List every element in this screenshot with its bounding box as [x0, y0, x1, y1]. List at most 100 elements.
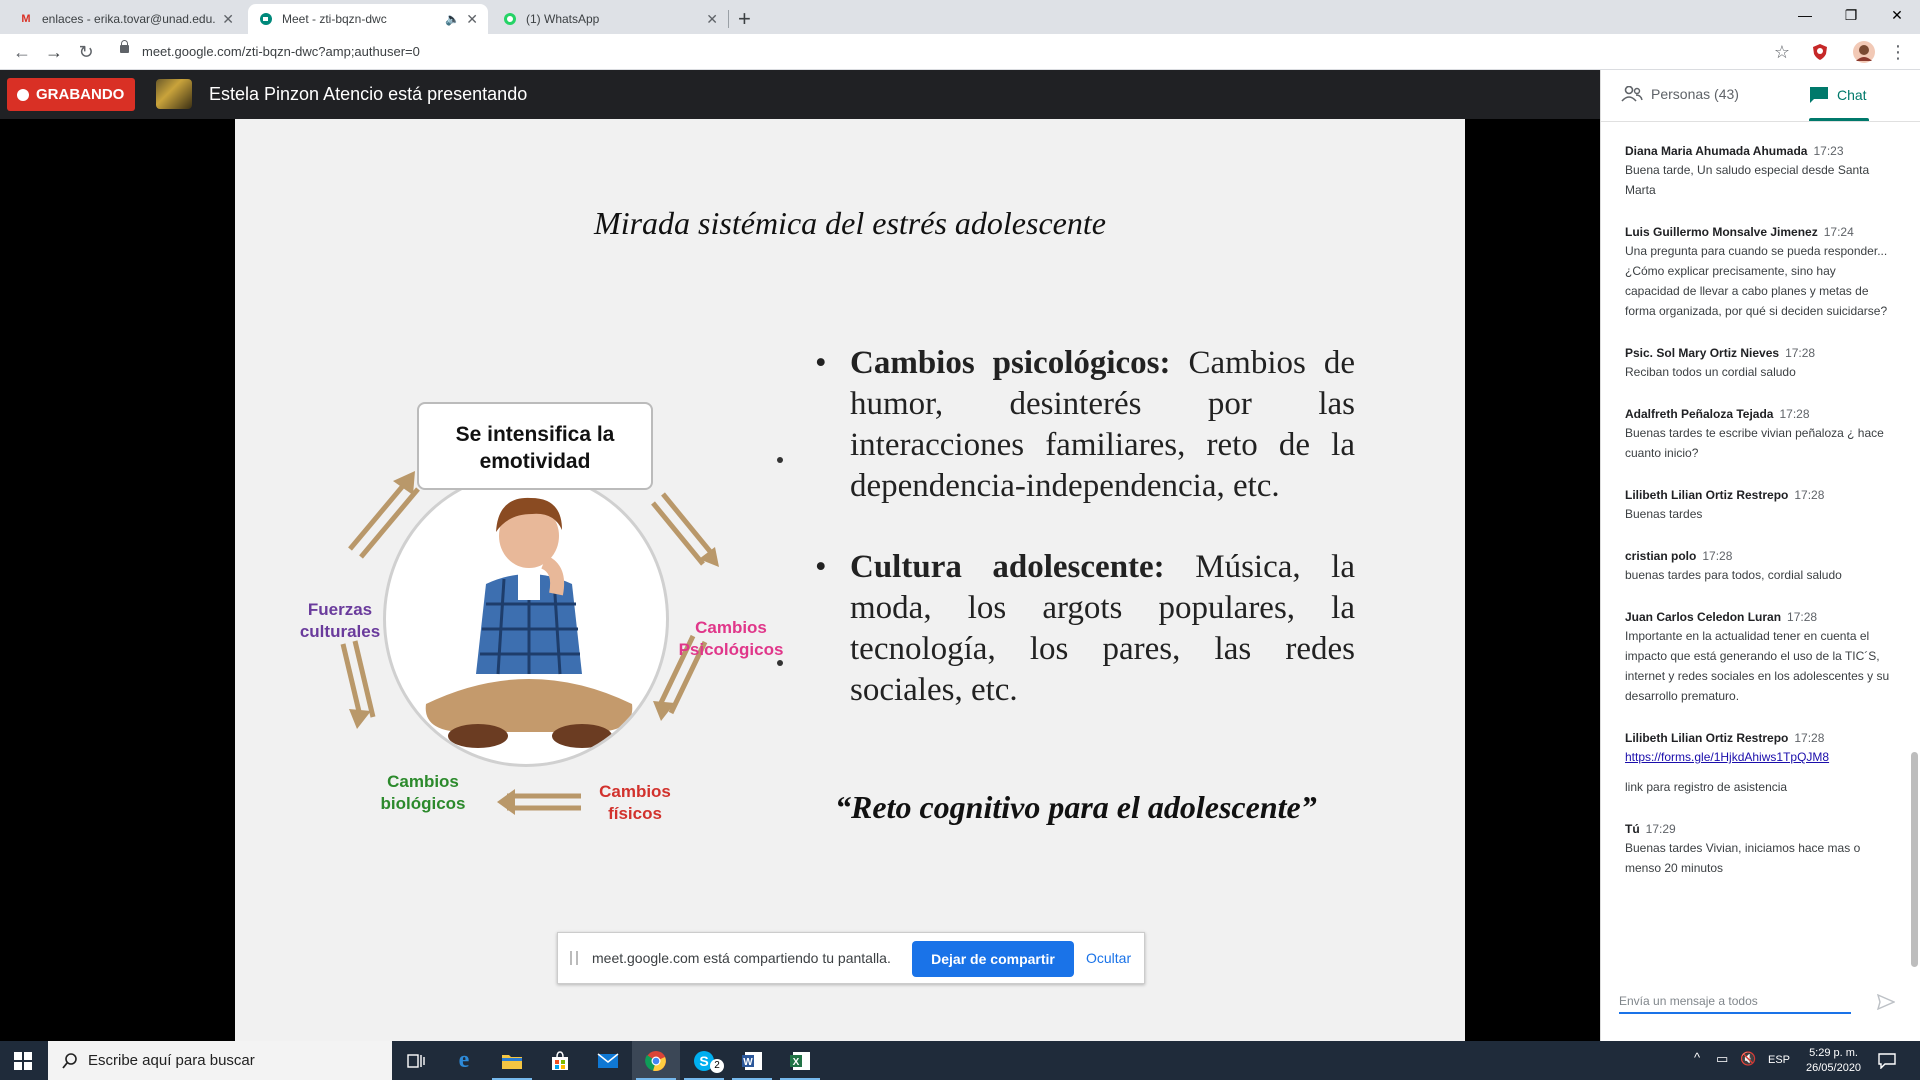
bullet-item: Cultura adolescente: Música, la moda, lo… — [815, 547, 1355, 711]
sidebar-tabs: Personas (43) Chat — [1601, 70, 1920, 122]
bullet-item: Cambios psicológicos: Cambios de humor, … — [815, 343, 1355, 507]
arrowhead — [497, 789, 515, 815]
restore-button[interactable]: ❐ — [1828, 0, 1874, 30]
message-text: Reciban todos un cordial saludo — [1625, 365, 1796, 379]
label-fuerzas-culturales: Fuerzas culturales — [299, 600, 381, 641]
stop-sharing-button[interactable]: Dejar de compartir — [912, 941, 1074, 977]
chat-message: Adalfreth Peñaloza Tejada 17:28 Buenas ta… — [1625, 405, 1891, 463]
close-icon[interactable]: ✕ — [706, 11, 718, 28]
tray-chevron-icon[interactable]: ^ — [1694, 1050, 1700, 1065]
meet-icon — [258, 11, 274, 27]
bullet-heading: Cultura adolescente: — [850, 549, 1165, 585]
bullet-dot — [777, 457, 783, 463]
skype-badge: 2 — [710, 1059, 724, 1073]
extension-shield-icon[interactable] — [1808, 40, 1832, 64]
network-icon[interactable]: ▭ — [1716, 1051, 1728, 1067]
forward-button[interactable]: → — [42, 40, 66, 64]
notifications-icon[interactable] — [1878, 1053, 1896, 1069]
teen-figure — [425, 497, 633, 748]
tab-title: enlaces - erika.tovar@unad.edu.c — [42, 12, 217, 26]
speaker-icon[interactable]: 🔈 — [445, 12, 460, 26]
chat-message: Juan Carlos Celedon Luran 17:28 Important… — [1625, 608, 1891, 706]
message-sender: cristian polo — [1625, 549, 1697, 563]
taskbar-clock[interactable]: 5:29 p. m. 26/05/2020 — [1806, 1046, 1861, 1076]
tab-chat[interactable]: Chat — [1809, 86, 1867, 104]
arrowhead — [349, 709, 371, 729]
excel-icon[interactable]: X — [776, 1041, 824, 1080]
message-sender: Diana Maria Ahumada Ahumada — [1625, 144, 1808, 158]
task-view-icon[interactable] — [392, 1041, 440, 1080]
slide-bullets: Cambios psicológicos: Cambios de humor, … — [815, 343, 1355, 751]
send-icon[interactable] — [1877, 994, 1895, 1010]
close-icon[interactable]: ✕ — [222, 11, 234, 28]
skype-icon[interactable]: S 2 — [680, 1041, 728, 1080]
message-text: buenas tardes para todos, cordial saludo — [1625, 568, 1842, 582]
windows-start-icon[interactable] — [14, 1052, 32, 1070]
new-tab-button[interactable]: + — [738, 6, 751, 32]
more-menu-icon[interactable]: ⋮ — [1886, 40, 1910, 64]
message-time: 17:24 — [1823, 225, 1854, 239]
word-icon[interactable]: W — [728, 1041, 776, 1080]
drag-handle-icon[interactable] — [570, 951, 578, 965]
taskbar-search-box[interactable]: Escribe aquí para buscar — [48, 1041, 392, 1080]
chat-scrollbar[interactable] — [1911, 752, 1918, 967]
label-cambios-biologicos: Cambios biológicos — [380, 772, 466, 813]
attendance-form-link[interactable]: https://forms.gle/1HjkdAhiws1TpQJM8 — [1625, 747, 1891, 767]
emotion-bubble: Se intensifica la emotividad — [417, 402, 653, 490]
volume-muted-icon[interactable]: 🔇 — [1740, 1051, 1756, 1067]
url-input[interactable]: meet.google.com/zti-bqzn-dwc?amp;authuse… — [142, 44, 420, 59]
store-icon[interactable] — [536, 1041, 584, 1080]
message-text: Buenas tardes — [1625, 507, 1703, 521]
mail-icon[interactable] — [584, 1041, 632, 1080]
whatsapp-icon — [502, 11, 518, 27]
chat-message: Psic. Sol Mary Ortiz Nieves 17:28 Reciban… — [1625, 344, 1891, 382]
close-icon[interactable]: ✕ — [466, 11, 478, 28]
message-sender: Adalfreth Peñaloza Tejada — [1625, 407, 1774, 421]
hide-button[interactable]: Ocultar — [1086, 950, 1131, 966]
bullet-heading: Cambios psicológicos: — [850, 345, 1171, 381]
message-sender: Luis Guillermo Monsalve Jimenez — [1625, 225, 1818, 239]
bookmark-star-icon[interactable]: ☆ — [1770, 40, 1794, 64]
file-explorer-icon[interactable] — [488, 1041, 536, 1080]
message-time: 17:28 — [1702, 549, 1733, 563]
message-text: link para registro de asistencia — [1625, 780, 1788, 794]
shared-slide: Mirada sistémica del estrés adolescente — [235, 119, 1465, 1041]
message-text: Importante en la actualidad tener en cue… — [1625, 629, 1890, 703]
screen-share-notice: meet.google.com está compartiendo tu pan… — [557, 932, 1145, 984]
tab-whatsapp[interactable]: (1) WhatsApp ✕ — [492, 4, 728, 34]
chat-message: Tú 17:29 Buenas tardes Vivian, iniciamos … — [1625, 820, 1891, 878]
label-cambios-fisicos: Cambios físicos — [599, 782, 671, 823]
share-message: meet.google.com está compartiendo tu pan… — [592, 950, 891, 966]
chrome-icon[interactable] — [632, 1041, 680, 1080]
tab-people-label: Personas (43) — [1651, 86, 1739, 102]
tab-gmail[interactable]: M enlaces - erika.tovar@unad.edu.c ✕ — [8, 4, 244, 34]
label-cambios-psicologicos: Cambios Psicológicos — [678, 618, 784, 659]
language-indicator[interactable]: ESP — [1768, 1054, 1790, 1066]
message-text: Una pregunta para cuando se pueda respon… — [1625, 244, 1888, 318]
tab-people[interactable]: Personas (43) — [1621, 86, 1739, 102]
close-window-button[interactable]: ✕ — [1874, 0, 1920, 30]
edge-icon[interactable]: e — [440, 1041, 488, 1080]
chat-sidebar: Personas (43) Chat Diana Maria Ahumada A… — [1600, 70, 1920, 1041]
back-button[interactable]: ← — [10, 40, 34, 64]
reload-button[interactable]: ↻ — [74, 40, 98, 64]
message-time: 17:29 — [1645, 822, 1676, 836]
presenter-status: Estela Pinzon Atencio está presentando — [209, 84, 528, 104]
message-time: 17:28 — [1794, 731, 1825, 745]
minimize-button[interactable]: — — [1782, 0, 1828, 30]
chat-message: cristian polo 17:28 buenas tardes para to… — [1625, 547, 1891, 585]
message-text: Buena tarde, Un saludo especial desde Sa… — [1625, 163, 1870, 197]
profile-avatar[interactable] — [1852, 40, 1876, 64]
active-tab-indicator — [1809, 118, 1869, 121]
message-sender: Lilibeth Lilian Ortiz Restrepo — [1625, 488, 1789, 502]
bullet-dot — [777, 660, 783, 666]
recording-badge: GRABANDO — [7, 78, 135, 111]
presentation-stage: Mirada sistémica del estrés adolescente — [0, 119, 1600, 1041]
chat-message: Luis Guillermo Monsalve Jimenez 17:24 Una… — [1625, 223, 1891, 321]
message-text: Buenas tardes Vivian, iniciamos hace mas… — [1625, 841, 1861, 875]
tab-meet[interactable]: Meet - zti-bqzn-dwc 🔈 ✕ — [248, 4, 488, 34]
chat-message-input[interactable]: Envía un mensaje a todos — [1619, 994, 1851, 1014]
lock-icon[interactable] — [120, 40, 129, 53]
message-time: 17:28 — [1787, 610, 1818, 624]
teen-illustration — [383, 471, 669, 767]
